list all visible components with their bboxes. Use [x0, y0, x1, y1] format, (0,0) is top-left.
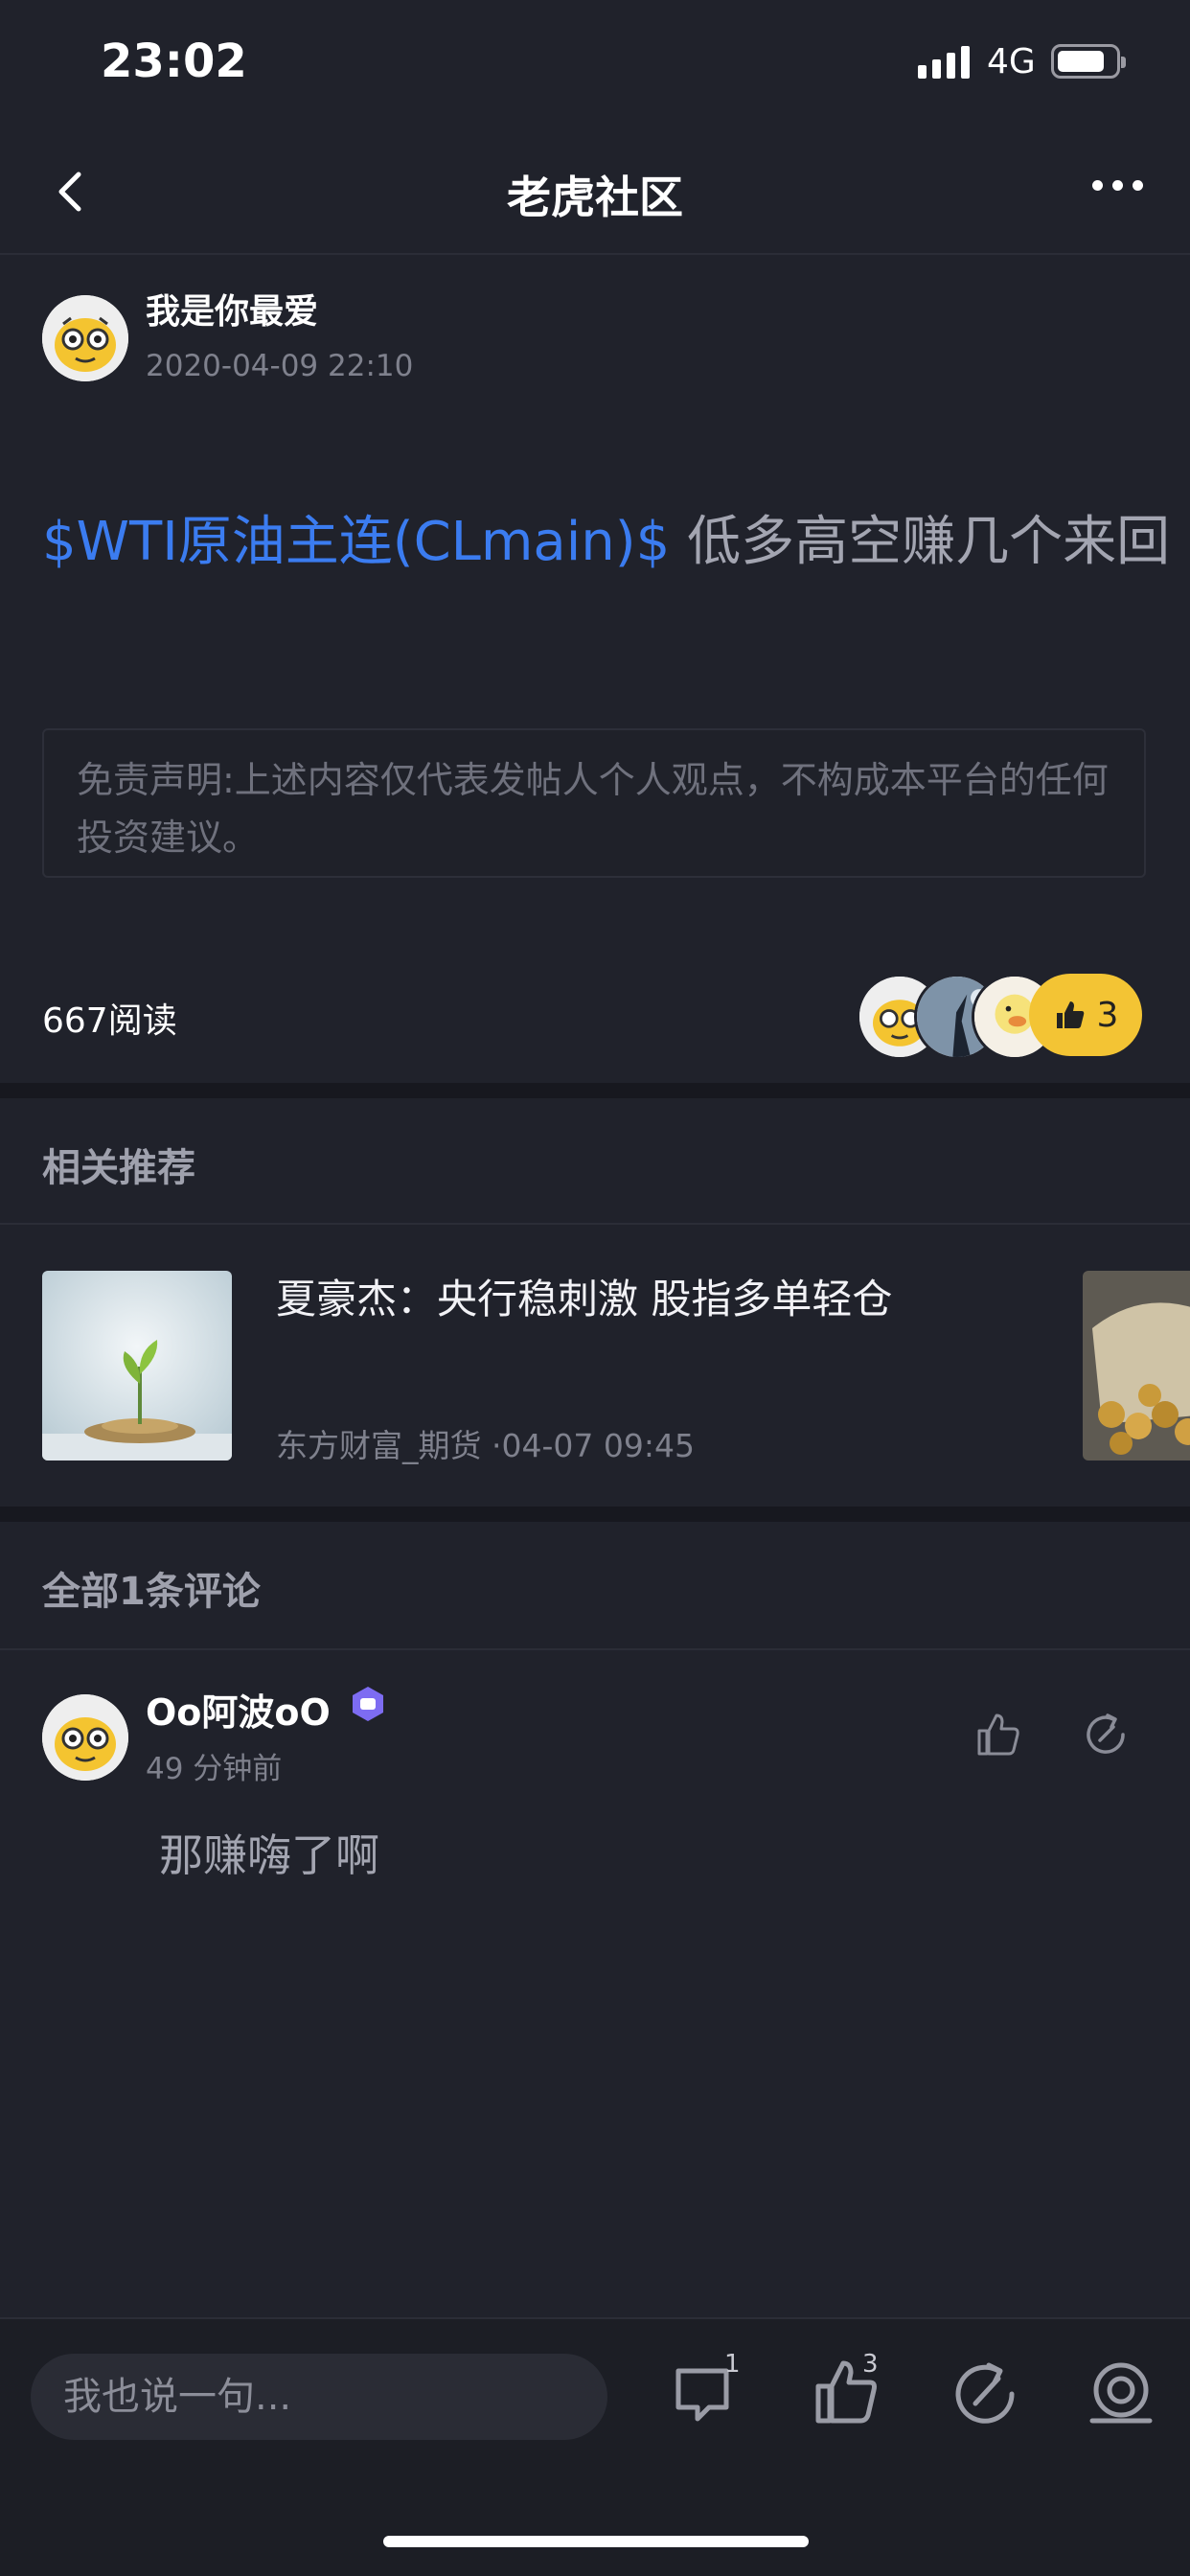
- commenter-name[interactable]: Oo阿波oO: [146, 1683, 331, 1736]
- related-title: 相关推荐: [42, 1146, 195, 1190]
- comment-count-badge: 1: [724, 2350, 741, 2379]
- signal-icon: [918, 44, 970, 79]
- share-icon: [955, 2362, 1015, 2424]
- related-item-title[interactable]: 夏豪杰：央行稳刺激 股指多单轻仓: [276, 1267, 892, 1325]
- share-icon: [1087, 1714, 1125, 1754]
- related-item-source: 东方财富_期货: [276, 1427, 482, 1464]
- post-text: 低多高空赚几个来回: [670, 511, 1171, 573]
- comment-text: 那赚嗨了啊: [159, 1829, 379, 1881]
- thumbs-up-icon: [977, 1714, 1019, 1756]
- commenter-avatar[interactable]: [42, 1694, 128, 1781]
- comment-share-button[interactable]: [1081, 1710, 1131, 1760]
- stock-tag-link[interactable]: $WTI原油主连(CLmain)$: [42, 511, 670, 573]
- comment-time: 49 分钟前: [146, 1752, 283, 1786]
- share-button[interactable]: [949, 2358, 1021, 2434]
- section-separator: [0, 1083, 1190, 1098]
- thumbs-up-icon: [1056, 1001, 1084, 1028]
- related-thumbnail[interactable]: [42, 1271, 232, 1460]
- comment-like-button[interactable]: [973, 1710, 1023, 1760]
- battery-icon: [1051, 44, 1126, 79]
- like-button[interactable]: 3: [1029, 974, 1142, 1056]
- related-item-time: ·04-07 09:45: [492, 1427, 695, 1464]
- page-title: 老虎社区: [507, 172, 683, 223]
- like-count: 3: [1096, 995, 1119, 1035]
- network-type: 4G: [987, 42, 1036, 81]
- collect-icon: [1089, 2362, 1153, 2424]
- related-item-meta: 东方财富_期货 ·04-07 09:45: [276, 1420, 695, 1466]
- like-count-badge: 3: [862, 2350, 879, 2379]
- status-time: 23:02: [101, 34, 247, 88]
- more-options-button[interactable]: [1092, 180, 1143, 191]
- tiger-avatar-icon: [42, 1694, 128, 1781]
- author-avatar[interactable]: [42, 295, 128, 381]
- post-body: $WTI原油主连(CLmain)$ 低多高空赚几个来回: [42, 498, 1170, 576]
- home-indicator: [383, 2536, 809, 2547]
- favorite-button[interactable]: [1085, 2358, 1157, 2434]
- related-thumbnail-next[interactable]: [1083, 1271, 1190, 1460]
- read-count: 667阅读: [42, 1001, 177, 1041]
- nav-divider: [0, 253, 1190, 255]
- comments-title: 全部1条评论: [42, 1570, 261, 1614]
- disclaimer-box: 免责声明:上述内容仅代表发帖人个人观点，不构成本平台的任何投资建议。: [42, 728, 1146, 878]
- plant-coins-image: [42, 1271, 232, 1460]
- post-date: 2020-04-09 22:10: [146, 349, 414, 383]
- section-separator: [0, 1506, 1190, 1522]
- tiger-avatar-icon: [42, 295, 128, 381]
- author-name[interactable]: 我是你最爱: [146, 284, 318, 334]
- comment-input[interactable]: 我也说一句...: [31, 2354, 607, 2440]
- vip-badge-icon: [349, 1685, 387, 1723]
- section-divider: [0, 1648, 1190, 1650]
- bottom-divider: [0, 2317, 1190, 2319]
- coin-sack-image: [1083, 1271, 1190, 1460]
- section-divider: [0, 1223, 1190, 1225]
